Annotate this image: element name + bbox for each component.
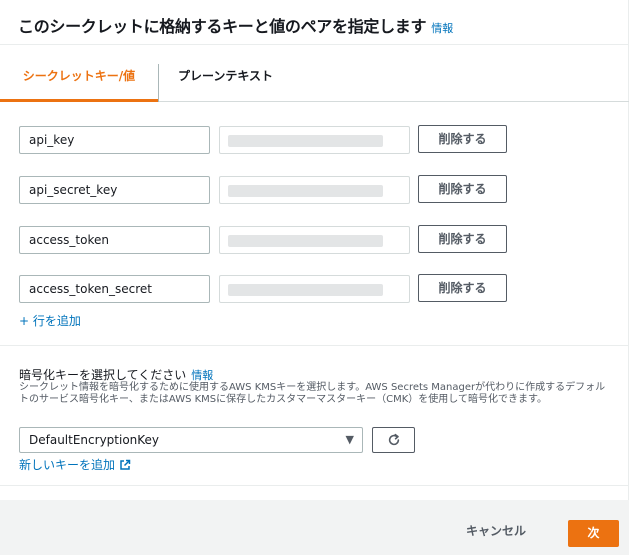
encryption-label-row: 暗号化キーを選択してください 情報 [19, 366, 213, 383]
refresh-button[interactable] [372, 427, 415, 453]
masked-value [228, 235, 383, 247]
delete-button[interactable]: 削除する [418, 274, 507, 302]
key-input[interactable]: access_token [19, 226, 210, 254]
encryption-description: シークレット情報を暗号化するために使用するAWS KMSキーを選択します。AWS… [19, 382, 606, 405]
delete-button[interactable]: 削除する [418, 225, 507, 253]
tab-plain-text[interactable]: プレーンテキスト [178, 58, 273, 102]
caret-down-icon: ▼ [345, 433, 354, 446]
encryption-label: 暗号化キーを選択してください [19, 368, 187, 382]
secret-kv-panel: このシークレットに格納するキーと値のペアを指定します 情報 シークレットキー/値… [0, 0, 629, 500]
kv-row: api_key 削除する [19, 125, 519, 154]
cancel-button[interactable]: キャンセル [466, 522, 526, 539]
footer: キャンセル 次 [0, 500, 629, 555]
kv-row: access_token 削除する [19, 225, 519, 254]
value-input[interactable] [219, 226, 410, 254]
masked-value [228, 135, 383, 147]
key-input[interactable]: api_secret_key [19, 176, 210, 204]
value-input[interactable] [219, 275, 410, 303]
key-input[interactable]: access_token_secret [19, 275, 210, 303]
divider [0, 485, 629, 486]
delete-button[interactable]: 削除する [418, 125, 507, 153]
tab-divider [158, 64, 159, 102]
title-row: このシークレットに格納するキーと値のペアを指定します 情報 [18, 13, 453, 37]
encryption-info-link[interactable]: 情報 [191, 367, 213, 383]
kv-row: access_token_secret 削除する [19, 274, 519, 303]
page-title: このシークレットに格納するキーと値のペアを指定します [18, 17, 427, 36]
masked-value [228, 284, 383, 296]
value-input[interactable] [219, 176, 410, 204]
tab-secret-key-value[interactable]: シークレットキー/値 [0, 58, 158, 102]
next-button[interactable]: 次 [568, 520, 619, 547]
divider [0, 345, 629, 346]
encryption-key-select[interactable]: DefaultEncryptionKey ▼ [19, 427, 363, 453]
delete-button[interactable]: 削除する [418, 175, 507, 203]
header-info-link[interactable]: 情報 [431, 20, 453, 36]
add-row-link[interactable]: + 行を追加 [19, 312, 81, 329]
new-key-link[interactable]: 新しいキーを追加 [19, 456, 131, 473]
value-input[interactable] [219, 126, 410, 154]
new-key-label: 新しいキーを追加 [19, 458, 116, 472]
refresh-icon [387, 433, 401, 447]
external-link-icon [119, 459, 131, 471]
key-input[interactable]: api_key [19, 126, 210, 154]
selected-key: DefaultEncryptionKey [29, 433, 160, 447]
divider [0, 44, 629, 45]
kv-row: api_secret_key 削除する [19, 175, 519, 204]
tab-bar: シークレットキー/値 プレーンテキスト [0, 58, 629, 102]
masked-value [228, 185, 383, 197]
